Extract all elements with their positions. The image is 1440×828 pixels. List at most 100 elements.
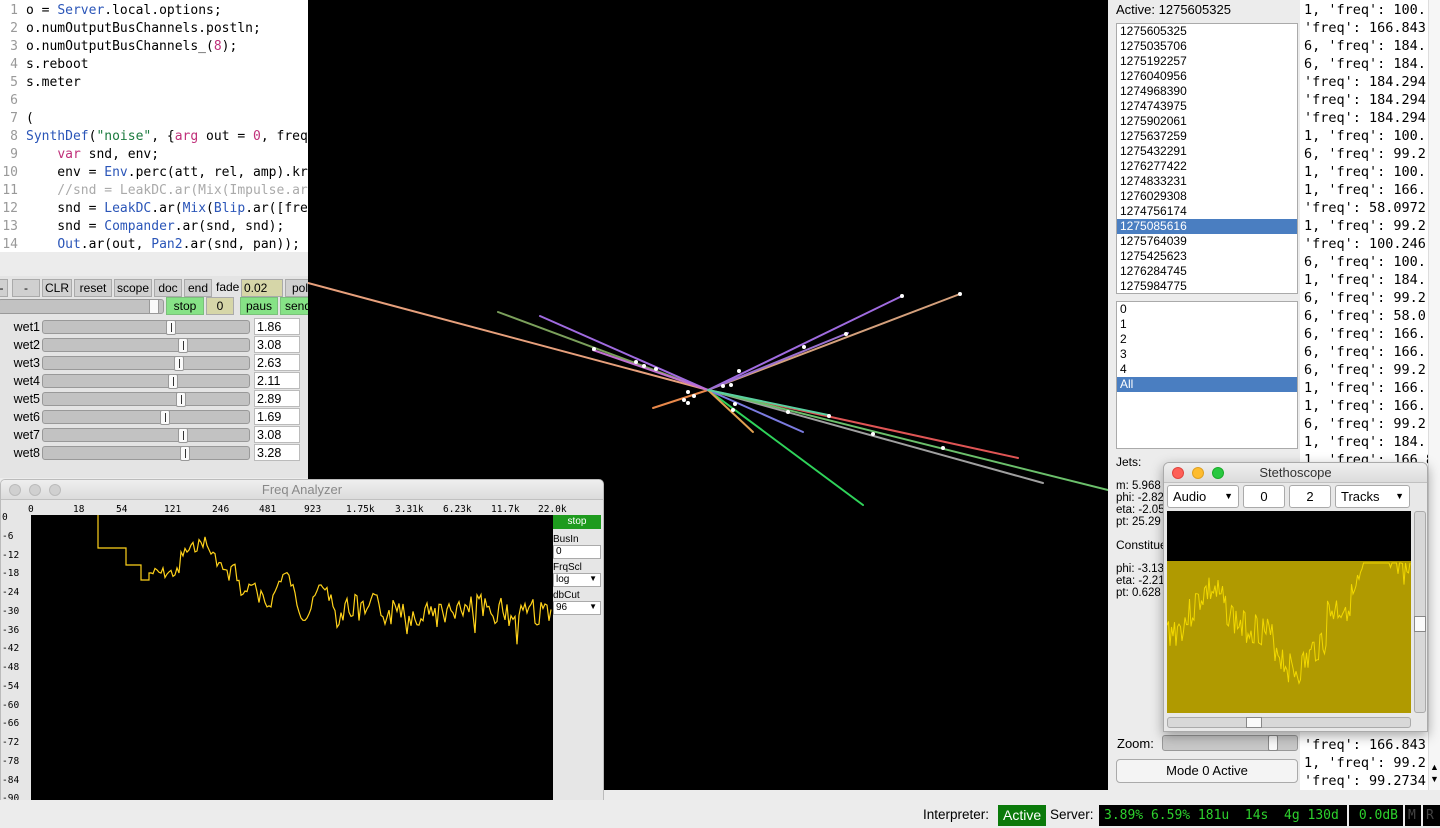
zoom-slider-thumb[interactable] [1268,735,1278,751]
wet-slider[interactable] [42,338,250,353]
event-id-item[interactable]: 1274743975 [1117,99,1297,114]
event-id-item[interactable]: 1276040956 [1117,69,1297,84]
event-id-item[interactable]: 1275192257 [1117,54,1297,69]
window-zoom-icon[interactable] [49,484,61,496]
channel-item[interactable]: 4 [1117,362,1297,377]
channels-field[interactable]: 2 [1289,485,1331,508]
scroll-down-icon[interactable]: ▼ [1430,774,1439,784]
send-button[interactable]: send [280,297,308,315]
dash-button[interactable]: - [0,279,8,297]
scroll-up-icon[interactable]: ▲ [1430,762,1439,772]
event-id-item[interactable]: 1275984775 [1117,279,1297,293]
wet-value[interactable]: 2.11 [254,372,300,389]
wet-value[interactable]: 1.69 [254,408,300,425]
wet-slider[interactable] [42,374,250,389]
event-id-item[interactable]: 1275902061 [1117,114,1297,129]
busin-field[interactable]: 0 [553,545,601,559]
fade-field[interactable]: 0.02 [241,279,283,297]
doc-button[interactable]: doc [154,279,182,297]
code-line[interactable]: snd = LeakDC.ar(Mix(Blip.ar([fre [26,200,308,218]
code-line[interactable]: s.meter [26,74,81,92]
mode-select[interactable]: Tracks ▼ [1335,485,1410,508]
zero-field[interactable]: 0 [206,297,234,315]
stethoscope-titlebar[interactable]: Stethoscope [1164,463,1427,483]
mute-button[interactable]: M [1405,805,1421,826]
analyzer-stop-button[interactable]: stop [553,515,601,529]
wet-value[interactable]: 3.28 [254,444,300,461]
event-id-item[interactable]: 1275432291 [1117,144,1297,159]
event-id-list[interactable]: 1275605325 1275035706 1275192257 1276040956… [1116,23,1298,294]
event-id-item[interactable]: 1275764039 [1117,234,1297,249]
code-line[interactable]: ( [26,110,34,128]
frqscl-select[interactable]: log ▼ [553,573,601,587]
event-id-item[interactable]: 1276277422 [1117,159,1297,174]
minus-button[interactable]: - [12,279,40,297]
event-id-item[interactable]: 1274756174 [1117,204,1297,219]
channel-list[interactable]: 0 1 2 3 4 All [1116,301,1298,449]
event-id-item[interactable]: 1275035706 [1117,39,1297,54]
wet-slider[interactable] [42,410,250,425]
rate-select[interactable]: Audio ▼ [1167,485,1239,508]
event-id-item[interactable]: 1275085616 [1117,219,1297,234]
record-button[interactable]: R [1423,805,1440,826]
wet-slider[interactable] [42,320,250,335]
wet-slider[interactable] [42,428,250,443]
wet-slider[interactable] [42,392,250,407]
clr-button[interactable]: CLR [42,279,72,297]
code-line[interactable]: var snd, env; [26,146,159,164]
code-line[interactable]: o = Server.local.options; [26,2,222,20]
event-id-item[interactable]: 1274968390 [1117,84,1297,99]
volume-display[interactable]: 0.0dB [1349,805,1403,826]
wet-slider-thumb[interactable] [178,338,188,353]
freq-analyzer-titlebar[interactable]: Freq Analyzer [1,480,603,500]
window-zoom-icon[interactable] [1212,467,1224,479]
channel-item[interactable]: 3 [1117,347,1297,362]
index-field[interactable]: 0 [1243,485,1285,508]
master-slider[interactable] [0,299,164,314]
code-line[interactable]: snd = Compander.ar(snd, snd); [26,218,284,236]
interpreter-status[interactable]: Active [998,805,1047,826]
pol-button[interactable]: pol [285,279,308,297]
channel-item[interactable]: 2 [1117,332,1297,347]
wet-slider[interactable] [42,446,250,461]
wet-slider-thumb[interactable] [176,392,186,407]
code-line[interactable]: //snd = LeakDC.ar(Mix(Impulse.ar [26,182,307,200]
scope-hscroll[interactable] [1167,717,1411,728]
stop-button[interactable]: stop [166,297,204,315]
wet-value[interactable]: 3.08 [254,336,300,353]
server-stats[interactable]: 3.89% 6.59% 181u 14s 4g 130d [1099,805,1347,826]
channel-item[interactable]: 0 [1117,302,1297,317]
scope-hscroll-thumb[interactable] [1246,717,1262,728]
mode-button[interactable]: Mode 0 Active [1116,759,1298,783]
wet-slider-thumb[interactable] [168,374,178,389]
scope-vscroll[interactable] [1414,511,1426,713]
code-line[interactable]: SynthDef("noise", {arg out = 0, freq [26,128,308,146]
code-line[interactable]: o.numOutputBusChannels.postln; [26,20,261,38]
wet-slider-thumb[interactable] [178,428,188,443]
post-scrollbar[interactable]: ▲ ▼ [1428,0,1440,790]
wet-slider-thumb[interactable] [174,356,184,371]
dbcut-select[interactable]: 96 ▼ [553,601,601,615]
scope-button[interactable]: scope [114,279,152,297]
event-id-item[interactable]: 1275605325 [1117,24,1297,39]
window-close-icon[interactable] [1172,467,1184,479]
code-line[interactable]: s.reboot [26,56,89,74]
end-button[interactable]: end [184,279,212,297]
wet-slider-thumb[interactable] [166,320,176,335]
event-id-item[interactable]: 1274833231 [1117,174,1297,189]
event-id-item[interactable]: 1276029308 [1117,189,1297,204]
window-minimize-icon[interactable] [1192,467,1204,479]
window-close-icon[interactable] [9,484,21,496]
channel-item[interactable]: 1 [1117,317,1297,332]
window-minimize-icon[interactable] [29,484,41,496]
code-line[interactable]: o.numOutputBusChannels_(8); [26,38,237,56]
wet-slider-thumb[interactable] [180,446,190,461]
wet-slider[interactable] [42,356,250,371]
wet-value[interactable]: 2.89 [254,390,300,407]
code-line[interactable]: Out.ar(out, Pan2.ar(snd, pan)); [26,236,300,252]
wet-slider-thumb[interactable] [160,410,170,425]
event-id-item[interactable]: 1275637259 [1117,129,1297,144]
wet-value[interactable]: 1.86 [254,318,300,335]
master-slider-thumb[interactable] [149,299,159,314]
zoom-slider[interactable] [1162,735,1298,751]
